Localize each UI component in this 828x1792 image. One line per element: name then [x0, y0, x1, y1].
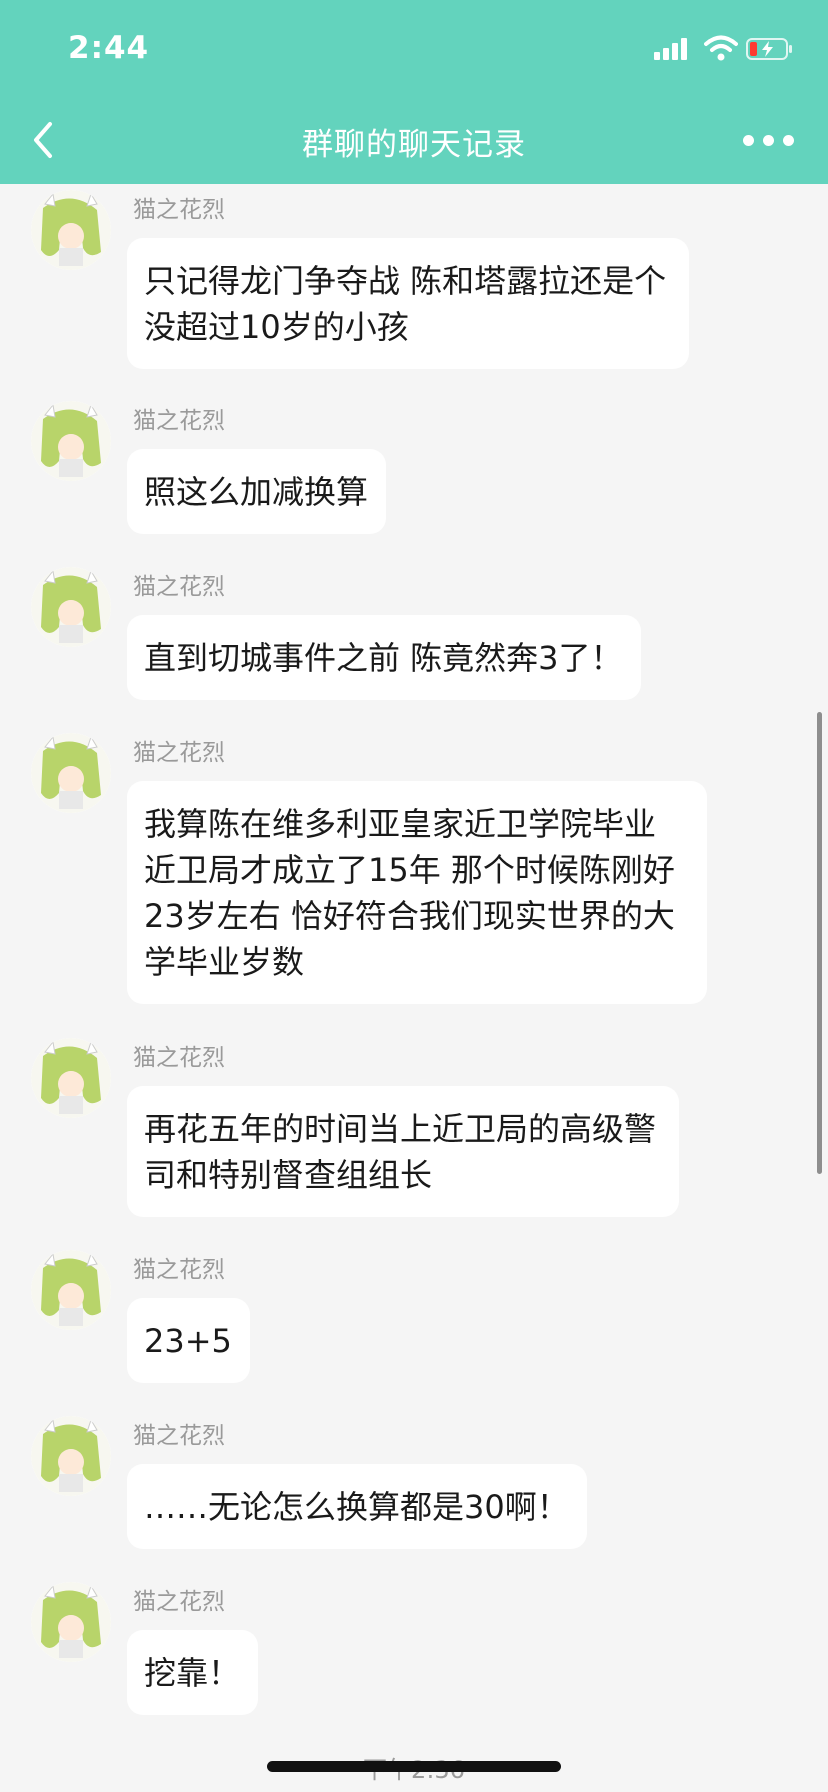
battery-icon: [746, 38, 792, 60]
sender-name: 猫之花烈: [133, 1423, 225, 1449]
status-time: 2:44: [68, 30, 150, 66]
avatar[interactable]: [31, 1582, 111, 1662]
sender-name: 猫之花烈: [133, 1045, 225, 1071]
avatar[interactable]: [31, 1416, 111, 1496]
wifi-icon: [704, 35, 738, 61]
avatar[interactable]: [31, 190, 111, 270]
page-title: 群聊的聊天记录: [302, 127, 526, 163]
cellular-signal-icon: [654, 38, 690, 60]
message-bubble[interactable]: 挖靠！: [127, 1630, 259, 1715]
avatar[interactable]: [31, 401, 111, 481]
sender-name: 猫之花烈: [133, 574, 225, 600]
avatar[interactable]: [31, 733, 111, 813]
message-bubble[interactable]: 23+5: [127, 1298, 250, 1383]
message-bubble[interactable]: 照这么加减换算: [127, 449, 387, 534]
home-indicator[interactable]: [267, 1761, 561, 1772]
message-bubble[interactable]: 直到切城事件之前 陈竟然奔3了！: [127, 615, 641, 700]
avatar[interactable]: [31, 1250, 111, 1330]
message-bubble[interactable]: ……无论怎么换算都是30啊！: [127, 1464, 587, 1549]
status-icons: [654, 34, 794, 64]
sender-name: 猫之花烈: [133, 1257, 225, 1283]
avatar[interactable]: [31, 1038, 111, 1118]
sender-name: 猫之花烈: [133, 1589, 225, 1615]
sender-name: 猫之花烈: [133, 197, 225, 223]
scrollbar[interactable]: [817, 712, 822, 1174]
avatar[interactable]: [31, 567, 111, 647]
sender-name: 猫之花烈: [133, 740, 225, 766]
message-bubble[interactable]: 我算陈在维多利亚皇家近卫学院毕业 近卫局才成立了15年 那个时候陈刚好23岁左右…: [127, 781, 707, 1004]
more-options-icon[interactable]: [740, 120, 798, 160]
message-bubble[interactable]: 再花五年的时间当上近卫局的高级警司和特别督查组组长: [127, 1086, 679, 1217]
sender-name: 猫之花烈: [133, 408, 225, 434]
header-bar: 2:44 群聊的聊天记录: [0, 0, 828, 184]
message-bubble[interactable]: 只记得龙门争夺战 陈和塔露拉还是个没超过10岁的小孩: [127, 238, 689, 369]
